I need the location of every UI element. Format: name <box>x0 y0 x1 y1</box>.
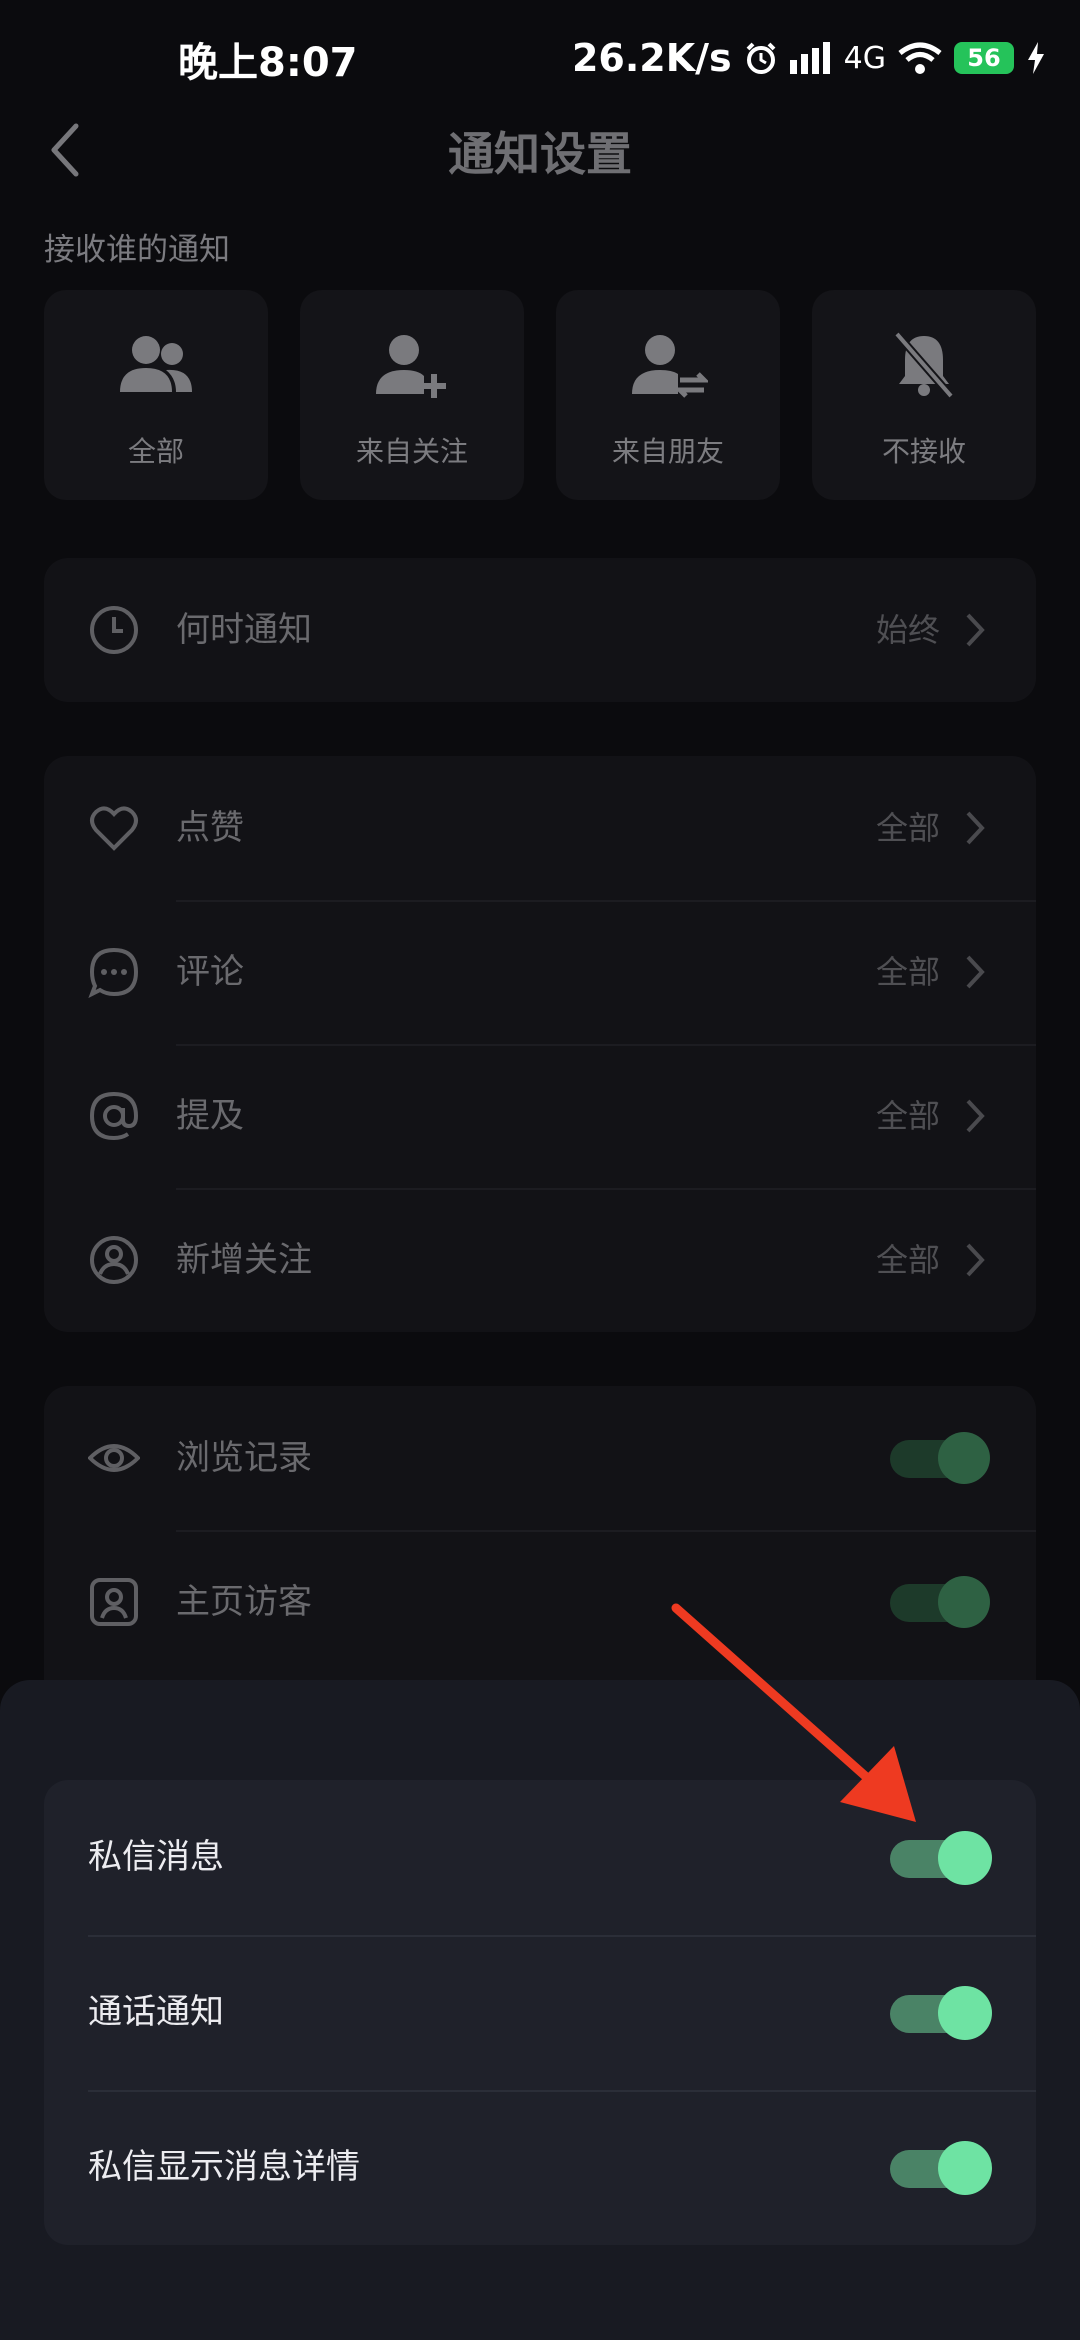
person-swap-icon <box>632 335 708 398</box>
call-notifications-toggle[interactable] <box>888 1986 992 2040</box>
message-settings-card: 私信消息 通话通知 私信显示消息详情 <box>44 1780 1036 2245</box>
person-add-icon <box>376 335 446 398</box>
schedule-row[interactable]: 何时通知 始终 <box>44 558 1036 702</box>
activity-label: 点赞 <box>176 808 244 848</box>
toggle-knob <box>938 1831 992 1885</box>
audience-option-label: 来自关注 <box>355 435 468 468</box>
comment-icon <box>88 947 139 998</box>
schedule-value: 始终 <box>875 611 940 649</box>
audience-option-label: 全部 <box>127 435 184 468</box>
chevron-right-icon <box>966 811 985 845</box>
message-details-toggle[interactable] <box>888 2141 992 2195</box>
toggle-label: 私信消息 <box>88 1837 224 1877</box>
activity-label: 评论 <box>176 952 244 992</box>
chevron-right-icon <box>966 1099 985 1133</box>
chevron-right-icon <box>966 955 985 989</box>
activity-row-comments[interactable]: 评论 全部 <box>44 900 1036 1044</box>
toggle-knob <box>938 1576 990 1628</box>
bell-off-icon <box>893 331 955 399</box>
activity-value: 全部 <box>875 1097 940 1135</box>
net-speed: 26.2K/s <box>571 36 732 80</box>
activity-value: 全部 <box>875 809 940 847</box>
clock-icon <box>90 606 138 654</box>
sheet-row-message-details: 私信显示消息详情 <box>44 2090 1036 2245</box>
signal-icon <box>789 42 830 74</box>
chevron-right-icon <box>966 613 985 647</box>
activity-value: 全部 <box>875 953 940 991</box>
page-title: 通知设置 <box>448 127 632 181</box>
sheet-row-call-notifications: 通话通知 <box>44 1935 1036 2090</box>
toggle-knob <box>938 1432 990 1484</box>
schedule-card: 何时通知 始终 <box>44 558 1036 702</box>
activity-label: 提及 <box>176 1096 244 1136</box>
at-icon <box>89 1091 139 1141</box>
eye-icon <box>88 1444 140 1472</box>
audience-option-label: 不接收 <box>881 435 966 468</box>
annotation-arrow-icon <box>671 1603 916 1822</box>
battery-indicator: 56 <box>954 42 1014 74</box>
audience-option-none[interactable]: 不接收 <box>812 290 1036 500</box>
user-circle-icon <box>90 1236 138 1284</box>
status-right-cluster: 26.2K/s 4G 56 <box>572 30 1046 86</box>
charging-icon <box>1028 42 1044 74</box>
status-time: 晚上8:07 <box>178 40 358 86</box>
network-type: 4G <box>843 40 886 76</box>
activity-label: 新增关注 <box>176 1240 312 1280</box>
battery-level: 56 <box>967 44 1001 72</box>
toggle-knob <box>938 2141 992 2195</box>
audience-option-following[interactable]: 来自关注 <box>300 290 524 500</box>
alarm-icon <box>746 42 776 74</box>
heart-icon <box>90 806 138 851</box>
group-icon <box>120 336 192 392</box>
audience-option-friends[interactable]: 来自朋友 <box>556 290 780 500</box>
activity-row-new-followers[interactable]: 新增关注 全部 <box>44 1188 1036 1332</box>
audience-section-label: 接收谁的通知 <box>44 232 230 268</box>
toggle-knob <box>938 1986 992 2040</box>
chevron-right-icon <box>966 1243 985 1277</box>
wifi-icon <box>898 42 942 74</box>
activity-value: 全部 <box>875 1241 940 1279</box>
toggle-row-browse-history: 浏览记录 <box>44 1386 1036 1530</box>
profile-card-icon <box>90 1578 138 1626</box>
toggle-label: 浏览记录 <box>176 1438 312 1478</box>
toggle-label: 主页访客 <box>176 1582 312 1622</box>
schedule-label: 何时通知 <box>176 610 312 650</box>
activity-row-likes[interactable]: 点赞 全部 <box>44 756 1036 900</box>
browse-history-toggle[interactable] <box>886 1432 990 1484</box>
audience-option-all[interactable]: 全部 <box>44 290 268 500</box>
activity-card: 点赞 全部 评论 全部 提及 全部 新增关注 全部 <box>44 756 1036 1332</box>
activity-row-mentions[interactable]: 提及 全部 <box>44 1044 1036 1188</box>
toggle-label: 通话通知 <box>88 1992 224 2032</box>
toggle-label: 私信显示消息详情 <box>88 2147 360 2187</box>
audience-option-label: 来自朋友 <box>611 435 724 468</box>
